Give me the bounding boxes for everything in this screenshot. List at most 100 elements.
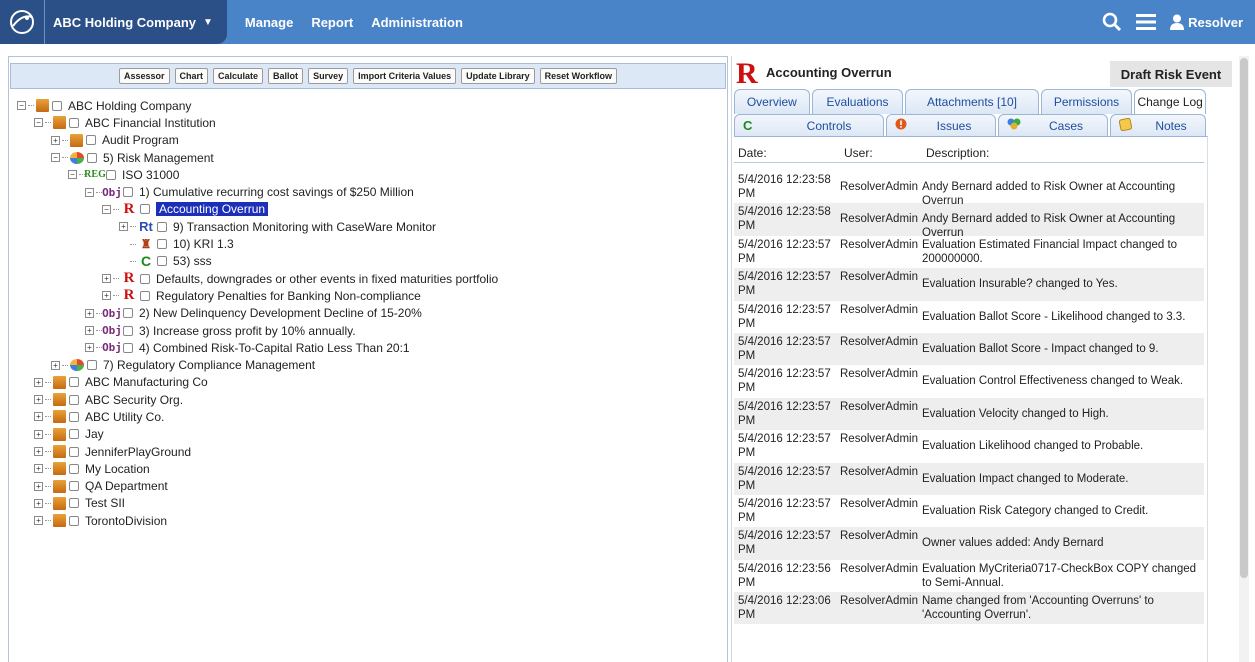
expand-toggle[interactable]: + — [119, 222, 128, 232]
tree-node[interactable]: + Jay — [17, 426, 717, 443]
tree-node[interactable]: + R Regulatory Penalties for Banking Non… — [17, 287, 717, 304]
expand-toggle[interactable]: + — [34, 395, 43, 405]
tab-permissions[interactable]: Permissions — [1040, 89, 1133, 114]
update-library-button[interactable]: Update Library — [461, 68, 535, 84]
expand-toggle[interactable]: + — [102, 274, 111, 284]
expand-toggle[interactable]: + — [34, 498, 43, 508]
tree-checkbox[interactable] — [69, 411, 79, 422]
tree-node-label[interactable]: TorontoDivision — [85, 514, 167, 528]
tree-checkbox[interactable] — [69, 463, 79, 474]
tree-checkbox[interactable] — [69, 429, 79, 440]
tree-node-label[interactable]: 2) New Delinquency Development Decline o… — [139, 306, 422, 320]
tree-checkbox[interactable] — [69, 481, 79, 492]
tree-node-label[interactable]: QA Department — [85, 479, 168, 493]
tab-attachments[interactable]: Attachments [10] — [905, 89, 1039, 114]
tree-checkbox[interactable] — [106, 169, 116, 180]
expand-toggle[interactable]: + — [34, 481, 43, 491]
tree-node[interactable]: + JenniferPlayGround — [17, 443, 717, 460]
tree-node[interactable]: + ABC Manufacturing Co — [17, 374, 717, 391]
expand-toggle[interactable]: + — [102, 291, 111, 301]
expand-toggle[interactable]: + — [51, 360, 60, 370]
tree-checkbox[interactable] — [87, 360, 97, 371]
tree-checkbox[interactable] — [86, 135, 96, 146]
user-name[interactable]: Resolver — [1188, 15, 1243, 30]
tree-node-label[interactable]: 7) Regulatory Compliance Management — [103, 358, 315, 372]
tree-checkbox[interactable] — [157, 256, 167, 267]
expand-toggle[interactable]: + — [34, 412, 43, 422]
tree-node-label[interactable]: 9) Transaction Monitoring with CaseWare … — [173, 220, 436, 234]
expand-toggle[interactable]: + — [85, 308, 94, 318]
tree-node-label[interactable]: ABC Utility Co. — [85, 410, 164, 424]
tree-node-label[interactable]: Regulatory Penalties for Banking Non-com… — [156, 289, 421, 303]
tree-node-label[interactable]: JenniferPlayGround — [85, 445, 191, 459]
tree-checkbox[interactable] — [69, 498, 79, 509]
tree-node-label[interactable]: 53) sss — [173, 254, 212, 268]
tree-checkbox[interactable] — [123, 308, 133, 319]
reset-workflow-button[interactable]: Reset Workflow — [539, 68, 618, 84]
search-icon[interactable] — [1102, 12, 1122, 32]
expand-toggle[interactable]: + — [85, 343, 94, 353]
tree-node-label[interactable]: 3) Increase gross profit by 10% annually… — [139, 324, 356, 338]
ballot-button[interactable]: Ballot — [268, 68, 304, 84]
tree-checkbox[interactable] — [140, 273, 150, 284]
tree-node-label[interactable]: Test SII — [85, 496, 125, 510]
tree-node[interactable]: − ABC Financial Institution — [17, 114, 717, 131]
tree-node-label[interactable]: 10) KRI 1.3 — [173, 237, 234, 251]
tree-node-label[interactable]: ABC Manufacturing Co — [85, 375, 208, 389]
scrollbar-thumb[interactable] — [1240, 58, 1248, 578]
calculate-button[interactable]: Calculate — [213, 68, 264, 84]
tab-notes[interactable]: Notes — [1110, 114, 1206, 136]
tree-node-selected[interactable]: − R Accounting Overrun — [17, 201, 717, 218]
tree-checkbox[interactable] — [123, 342, 133, 353]
tree-node[interactable]: ♜ 10) KRI 1.3 — [17, 235, 717, 252]
tree-checkbox[interactable] — [87, 152, 97, 163]
tree-node[interactable]: + ABC Security Org. — [17, 391, 717, 408]
chart-button[interactable]: Chart — [174, 68, 209, 84]
collapse-toggle[interactable]: − — [68, 170, 77, 180]
tree-node[interactable]: − 5) Risk Management — [17, 149, 717, 166]
tree-node-label[interactable]: Accounting Overrun — [156, 202, 269, 217]
nav-administration[interactable]: Administration — [371, 15, 463, 30]
tree-node[interactable]: − ABC Holding Company — [17, 97, 717, 114]
tree-node-label[interactable]: 1) Cumulative recurring cost savings of … — [139, 185, 414, 199]
tree-checkbox[interactable] — [69, 117, 79, 128]
collapse-toggle[interactable]: − — [85, 187, 94, 197]
tree-node[interactable]: + ABC Utility Co. — [17, 408, 717, 425]
company-selector[interactable]: ABC Holding Company ▼ — [44, 0, 227, 44]
expand-toggle[interactable]: + — [34, 429, 43, 439]
tree-node[interactable]: + TorontoDivision — [17, 512, 717, 529]
nav-manage[interactable]: Manage — [245, 15, 293, 30]
tab-issues[interactable]: Issues — [886, 114, 996, 136]
expand-toggle[interactable]: + — [34, 516, 43, 526]
collapse-toggle[interactable]: − — [102, 204, 111, 214]
tree-checkbox[interactable] — [140, 290, 150, 301]
tree-node[interactable]: + Test SII — [17, 495, 717, 512]
tree-checkbox[interactable] — [123, 187, 133, 198]
tab-cases[interactable]: Cases — [998, 114, 1108, 136]
tree-node[interactable]: + Obj 4) Combined Risk-To-Capital Ratio … — [17, 339, 717, 356]
tree-checkbox[interactable] — [69, 515, 79, 526]
tree-node-label[interactable]: My Location — [85, 462, 150, 476]
user-icon[interactable] — [1170, 14, 1185, 30]
tree-node[interactable]: + 7) Regulatory Compliance Management — [17, 356, 717, 373]
menu-icon[interactable] — [1136, 13, 1157, 31]
expand-toggle[interactable]: + — [51, 135, 60, 145]
tree-checkbox[interactable] — [157, 239, 167, 250]
tab-controls[interactable]: C Controls — [734, 114, 884, 136]
survey-button[interactable]: Survey — [308, 68, 349, 84]
nav-report[interactable]: Report — [311, 15, 353, 30]
expand-toggle[interactable]: + — [34, 377, 43, 387]
import-criteria-values-button[interactable]: Import Criteria Values — [353, 68, 457, 84]
tree-checkbox[interactable] — [140, 204, 150, 215]
collapse-toggle[interactable]: − — [17, 101, 26, 111]
tree-node-label[interactable]: Audit Program — [102, 133, 179, 147]
tree-node[interactable]: + QA Department — [17, 478, 717, 495]
tree-node-label[interactable]: ABC Security Org. — [85, 393, 183, 407]
tree-node-label[interactable]: Defaults, downgrades or other events in … — [156, 272, 498, 286]
tree-node[interactable]: + Obj 2) New Delinquency Development Dec… — [17, 305, 717, 322]
tree-node-label[interactable]: 5) Risk Management — [103, 151, 214, 165]
tree-node[interactable]: + Audit Program — [17, 132, 717, 149]
tree-node-label[interactable]: ABC Financial Institution — [85, 116, 216, 130]
tree-checkbox[interactable] — [69, 377, 79, 388]
expand-toggle[interactable]: + — [34, 447, 43, 457]
